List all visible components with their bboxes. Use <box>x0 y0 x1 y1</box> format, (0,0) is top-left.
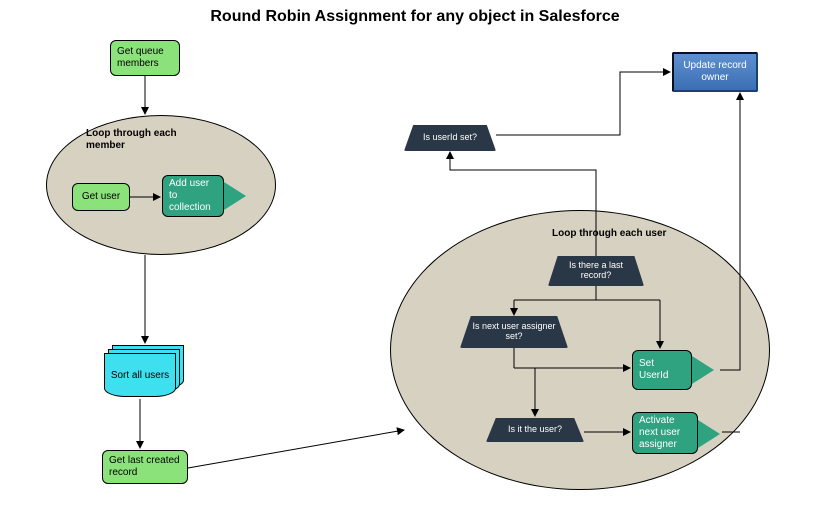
node-get-user: Get user <box>72 183 130 211</box>
node-is-userid-set: Is userId set? <box>404 125 496 151</box>
arrow-set-userid <box>692 356 714 384</box>
doc-front: Sort all users <box>104 353 176 397</box>
node-add-user-to-collection: Add user to collection <box>162 175 224 217</box>
node-update-record-owner: Update record owner <box>672 52 758 92</box>
node-set-userid: Set UserId <box>632 350 692 390</box>
page-title: Round Robin Assignment for any object in… <box>0 8 830 26</box>
arrow-add-user <box>224 182 246 210</box>
node-is-there-last-record: Is there a last record? <box>548 256 644 286</box>
loop-user-label: Loop through each user <box>552 228 712 240</box>
ellipse-loop-user <box>390 210 770 490</box>
loop-member-label: Loop through each member <box>86 128 216 152</box>
node-activate-next-user-assigner: Activate next user assigner <box>632 412 698 454</box>
node-is-next-user-assigner-set: Is next user assigner set? <box>460 316 568 348</box>
node-get-last-created-record: Get last created record <box>102 450 188 484</box>
arrow-activate <box>698 420 720 448</box>
node-is-it-the-user: Is it the user? <box>486 418 584 442</box>
node-get-queue-members: Get queue members <box>110 40 180 76</box>
node-sort-all-users: Sort all users <box>104 345 184 397</box>
